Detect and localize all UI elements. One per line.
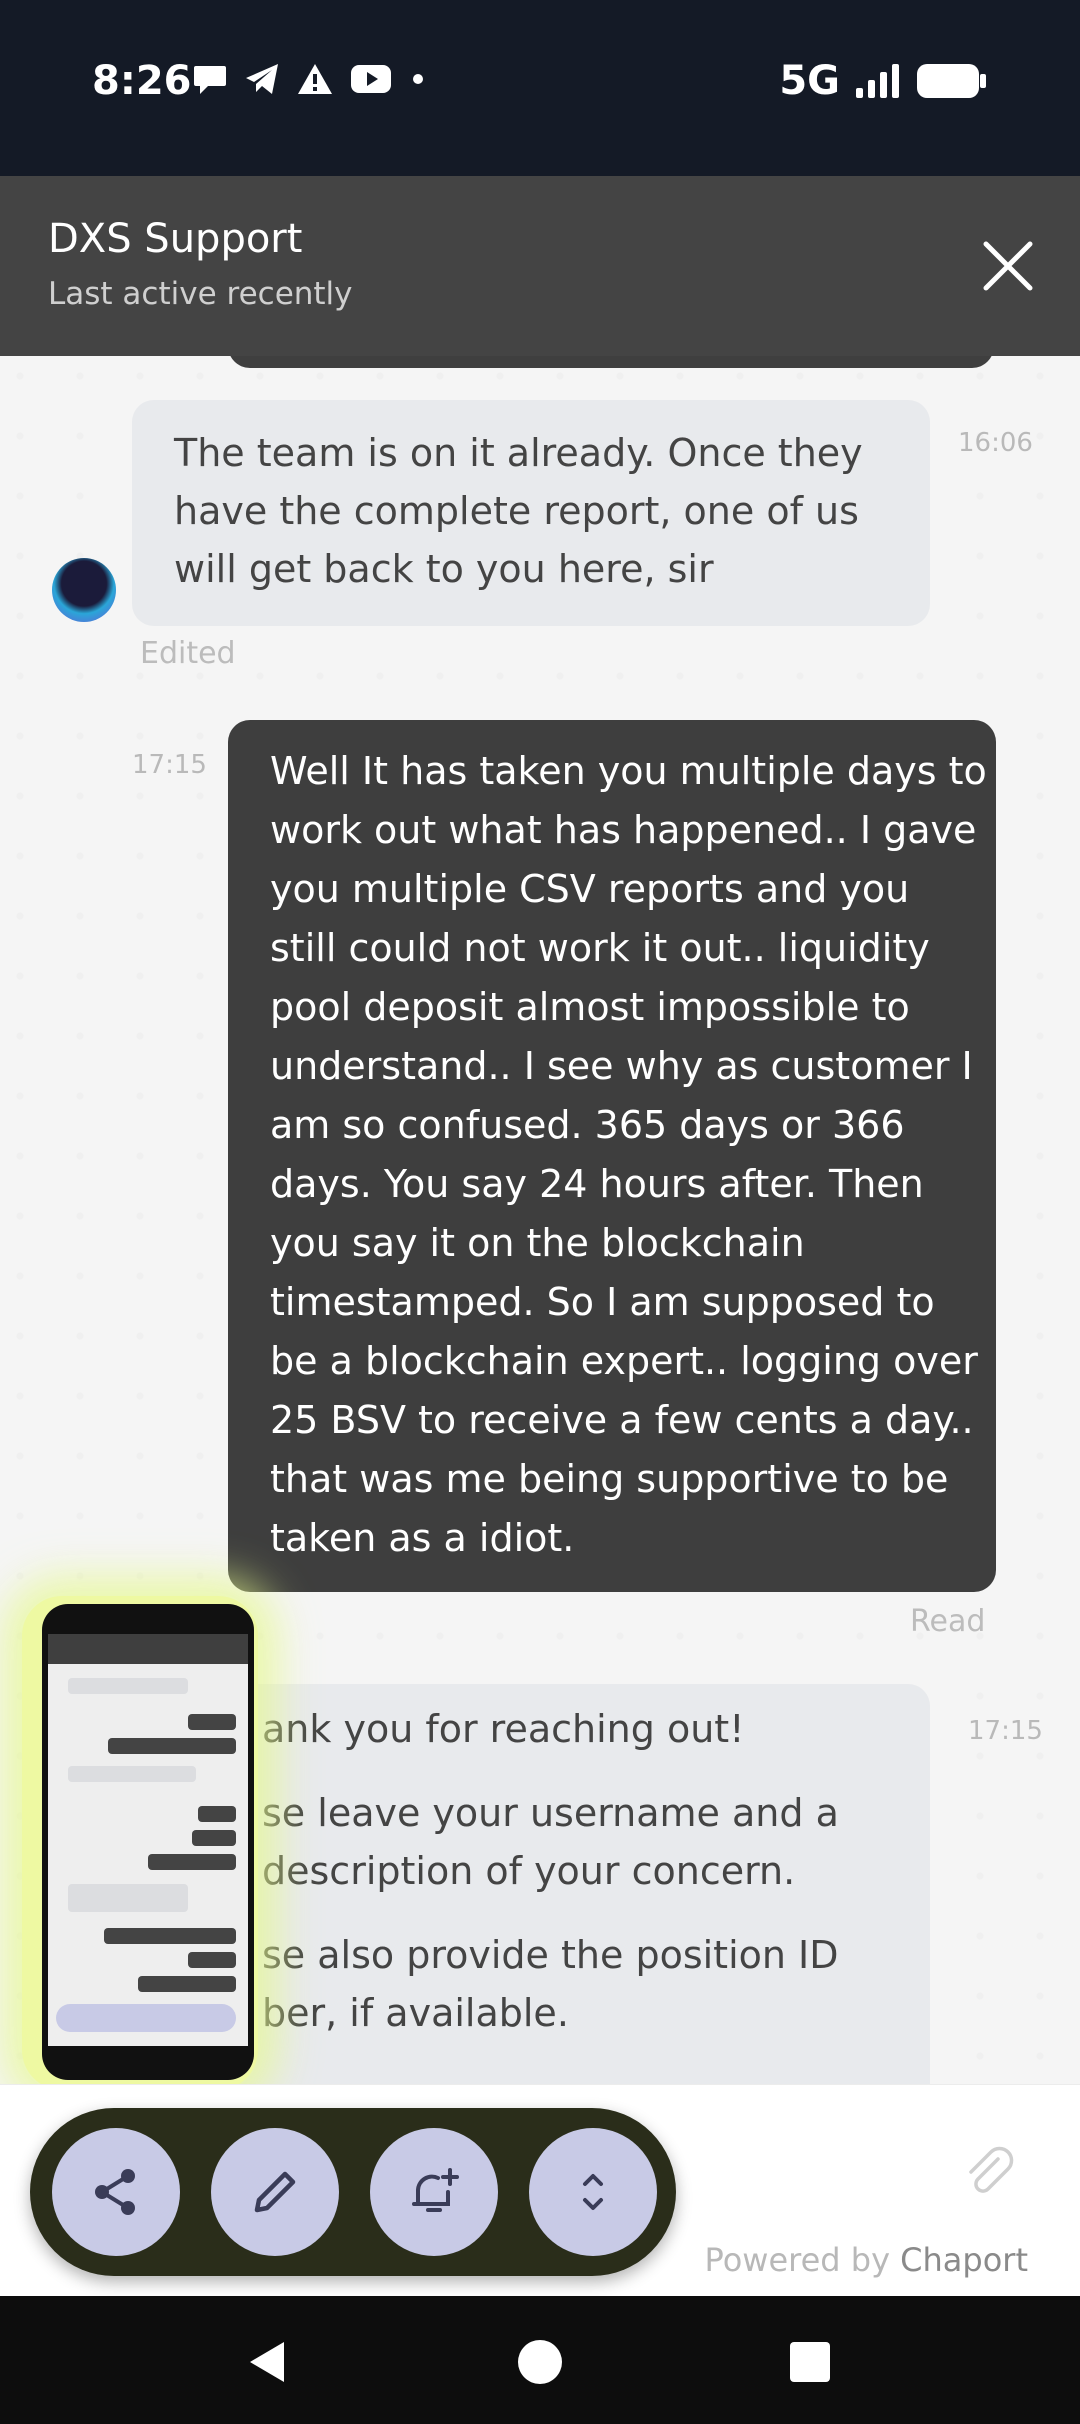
thumbnail-header — [48, 1634, 248, 1664]
message-line: pool deposit almost impossible to — [270, 985, 910, 1029]
thumbnail-preview — [48, 1634, 248, 2074]
thumbnail-toolbar — [56, 2004, 236, 2032]
message-line: taken as a idiot. — [270, 1516, 575, 1560]
paperclip-icon[interactable] — [958, 2141, 1018, 2201]
powered-by-prefix: Powered by — [704, 2241, 890, 2279]
message-time: 17:15 — [968, 1716, 1043, 1746]
recents-icon[interactable] — [788, 2340, 832, 2384]
message-line: 25 BSV to receive a few cents a day.. — [270, 1398, 974, 1442]
message-line: will get back to you here, sir — [174, 547, 714, 591]
user-message-bubble: Well It has taken you multiple days to w… — [228, 720, 996, 1592]
chat-bubble-icon — [194, 66, 226, 94]
agent-avatar — [52, 558, 116, 622]
chat-title: DXS Support — [48, 216, 303, 262]
message-time: 16:06 — [958, 428, 1033, 458]
add-alert-button[interactable] — [370, 2128, 498, 2256]
signal-icon — [856, 64, 899, 98]
status-bar: 8:26 5G — [0, 0, 1080, 176]
message-line: Well It has taken you multiple days to — [270, 749, 987, 793]
powered-by: Powered by Chaport — [705, 2241, 1028, 2279]
dot-icon — [413, 74, 423, 84]
warning-icon — [298, 64, 332, 94]
expand-icon — [583, 2174, 603, 2210]
chat-header: DXS Support Last active recently — [0, 176, 1080, 356]
message-line: ber, if available. — [262, 1991, 569, 2035]
thumbnail-line — [188, 1952, 236, 1968]
previous-message-bubble — [228, 356, 994, 368]
telegram-icon — [246, 64, 278, 94]
message-line: timestamped. So I am supposed to — [270, 1280, 935, 1324]
thumbnail-line — [68, 1766, 196, 1782]
edit-button[interactable] — [211, 2128, 339, 2256]
notification-icons — [192, 62, 428, 96]
thumbnail-line — [108, 1738, 236, 1754]
message-line: you multiple CSV reports and you — [270, 867, 910, 911]
thumbnail-line — [148, 1854, 236, 1870]
status-time: 8:26 — [92, 58, 192, 104]
message-line: am so confused. 365 days or 366 — [270, 1103, 905, 1147]
message-line: se also provide the position ID — [262, 1933, 839, 1977]
powered-by-brand[interactable]: Chaport — [900, 2241, 1028, 2279]
share-button[interactable] — [52, 2128, 180, 2256]
message-time: 17:15 — [132, 750, 207, 780]
message-line: still could not work it out.. liquidity — [270, 926, 930, 970]
battery-icon — [917, 64, 986, 98]
thumbnail-line — [68, 1884, 188, 1912]
message-line: ank you for reaching out! — [262, 1707, 745, 1751]
message-line: description of your concern. — [262, 1849, 796, 1893]
message-line: The team is on it already. Once they — [174, 431, 863, 475]
thumbnail-line — [138, 1976, 236, 1992]
youtube-icon — [351, 65, 391, 93]
chat-subtitle: Last active recently — [48, 276, 353, 312]
share-icon — [95, 2169, 135, 2215]
message-line: work out what has happened.. I gave — [270, 808, 977, 852]
message-line: understand.. I see why as customer I — [270, 1044, 973, 1088]
screenshot-thumbnail[interactable] — [42, 1604, 254, 2080]
message-line: se leave your username and a — [262, 1791, 839, 1835]
message-line: that was me being supportive to be — [270, 1457, 949, 1501]
back-icon[interactable] — [244, 2338, 292, 2386]
close-icon[interactable] — [976, 234, 1040, 298]
bell-plus-icon — [412, 2168, 459, 2212]
edited-label: Edited — [140, 636, 236, 671]
thumbnail-line — [198, 1806, 236, 1822]
home-icon[interactable] — [516, 2338, 564, 2386]
message-line: be a blockchain expert.. logging over — [270, 1339, 978, 1383]
read-receipt: Read — [910, 1604, 986, 1639]
agent-message-bubble: The team is on it already. Once they hav… — [132, 400, 930, 626]
network-label: 5G — [779, 58, 840, 104]
message-line: you say it on the blockchain — [270, 1221, 805, 1265]
pencil-icon — [254, 2171, 296, 2213]
expand-button[interactable] — [529, 2128, 657, 2256]
thumbnail-line — [104, 1928, 236, 1944]
system-nav-bar — [0, 2296, 1080, 2424]
message-line: days. You say 24 hours after. Then — [270, 1162, 924, 1206]
message-line: have the complete report, one of us — [174, 489, 859, 533]
floating-toolbar — [30, 2108, 676, 2276]
thumbnail-line — [68, 1678, 188, 1694]
thumbnail-line — [188, 1714, 236, 1730]
thumbnail-navbar — [48, 2046, 248, 2074]
status-right: 5G — [779, 58, 988, 104]
thumbnail-line — [192, 1830, 236, 1846]
